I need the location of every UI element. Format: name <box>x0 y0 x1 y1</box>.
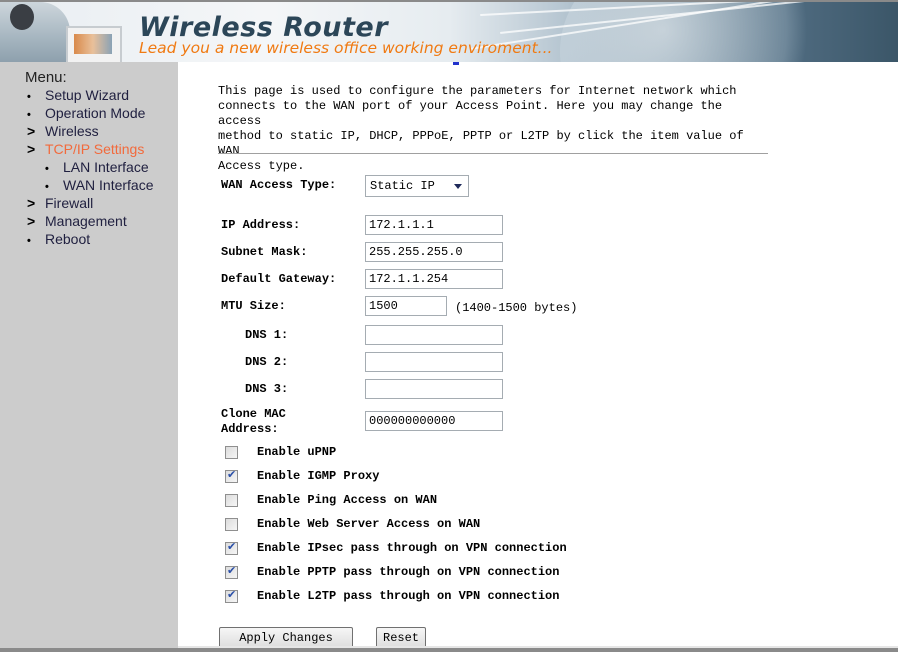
person-head <box>10 4 34 30</box>
chevron-right-icon: > <box>27 141 36 157</box>
sidebar-item-reboot[interactable]: • Reboot <box>27 230 90 248</box>
chevron-right-icon: > <box>27 195 36 211</box>
description-line: This page is used to configure the param… <box>218 84 737 98</box>
dns1-input[interactable] <box>365 325 503 345</box>
option-checkbox[interactable] <box>225 518 238 531</box>
clone-mac-label-line2: Address: <box>221 422 279 436</box>
wan-access-type-label: WAN Access Type: <box>221 178 337 192</box>
sidebar-item-wan-interface[interactable]: • WAN Interface <box>45 176 154 194</box>
option-checkbox[interactable]: ✔ <box>225 588 238 603</box>
mtu-size-label: MTU Size: <box>221 299 286 313</box>
sidebar-item-tcp-ip-settings[interactable]: > TCP/IP Settings <box>27 140 144 158</box>
sidebar-item-label: Wireless <box>45 123 99 139</box>
subnet-mask-input[interactable] <box>365 242 503 262</box>
chevron-down-icon <box>454 184 462 189</box>
option-label: Enable PPTP pass through on VPN connecti… <box>257 565 560 579</box>
checkmark-icon: ✔ <box>227 468 237 481</box>
page-description: This page is used to configure the param… <box>218 84 768 174</box>
subnet-mask-label: Subnet Mask: <box>221 245 308 259</box>
sidebar-item-label: Operation Mode <box>45 105 146 121</box>
option-label: Enable uPNP <box>257 445 337 459</box>
clone-mac-label-line1: Clone MAC <box>221 407 286 421</box>
dns2-input[interactable] <box>365 352 503 372</box>
description-line: method to static IP, DHCP, PPPoE, PPTP o… <box>218 129 744 158</box>
menu-title: Menu: <box>25 69 67 86</box>
brand-tagline: Lead you a new wireless office working e… <box>139 39 553 57</box>
sidebar-item-label: Setup Wizard <box>45 87 130 103</box>
dns3-input[interactable] <box>365 379 503 399</box>
sidebar-item-wireless[interactable]: > Wireless <box>27 122 99 140</box>
ip-address-label: IP Address: <box>221 218 301 232</box>
sidebar-item-label: Management <box>45 213 127 229</box>
option-label: Enable Web Server Access on WAN <box>257 517 481 531</box>
wan-access-type-value: Static IP <box>370 179 435 193</box>
description-line: Access type. <box>218 159 305 173</box>
monitor-graphic <box>66 26 122 62</box>
header-banner: Wireless Router Lead you a new wireless … <box>0 2 898 62</box>
sidebar-item-setup-wizard[interactable]: • Setup Wizard <box>27 86 129 104</box>
mtu-size-hint: (1400-1500 bytes) <box>455 301 578 315</box>
mtu-size-input[interactable] <box>365 296 447 316</box>
sidebar-menu: Menu: • Setup Wizard • Operation Mode > Wirel… <box>0 62 178 648</box>
apply-changes-button[interactable]: Apply Changes <box>219 627 353 648</box>
dns1-label: DNS 1: <box>245 328 289 342</box>
option-checkbox[interactable] <box>225 446 238 459</box>
sidebar-item-lan-interface[interactable]: • LAN Interface <box>45 158 149 176</box>
ip-address-input[interactable] <box>365 215 503 235</box>
option-checkbox[interactable]: ✔ <box>225 540 238 555</box>
checkmark-icon: ✔ <box>227 540 237 553</box>
sidebar-item-label: Reboot <box>45 231 91 247</box>
option-label: Enable Ping Access on WAN <box>257 493 438 507</box>
dns3-label: DNS 3: <box>245 382 289 396</box>
option-label: Enable IGMP Proxy <box>257 469 380 483</box>
sidebar-item-label: Firewall <box>45 195 94 211</box>
option-checkbox[interactable]: ✔ <box>225 564 238 579</box>
checkmark-icon: ✔ <box>227 588 237 601</box>
main-content: This page is used to configure the param… <box>218 84 778 174</box>
bottom-border <box>0 648 898 652</box>
bullet-icon: • <box>27 235 31 247</box>
person-graphic <box>0 2 70 62</box>
sidebar-item-label: LAN Interface <box>63 159 149 175</box>
clone-mac-input[interactable] <box>365 411 503 431</box>
header-marker <box>453 62 459 65</box>
default-gateway-input[interactable] <box>365 269 503 289</box>
monitor-screen <box>74 34 112 54</box>
sidebar-item-label: WAN Interface <box>63 177 154 193</box>
description-line: connects to the WAN port of your Access … <box>218 99 723 128</box>
option-checkbox[interactable] <box>225 494 238 507</box>
divider <box>218 153 768 154</box>
chevron-right-icon: > <box>27 123 36 139</box>
checkmark-icon: ✔ <box>227 564 237 577</box>
option-label: Enable L2TP pass through on VPN connecti… <box>257 589 560 603</box>
reset-button[interactable]: Reset <box>376 627 426 648</box>
sidebar-item-management[interactable]: > Management <box>27 212 127 230</box>
sidebar-item-label: TCP/IP Settings <box>45 141 145 157</box>
wan-access-type-select[interactable]: Static IP <box>365 175 469 197</box>
sidebar-item-firewall[interactable]: > Firewall <box>27 194 93 212</box>
dns2-label: DNS 2: <box>245 355 289 369</box>
chevron-right-icon: > <box>27 213 36 229</box>
sidebar-item-operation-mode[interactable]: • Operation Mode <box>27 104 145 122</box>
option-label: Enable IPsec pass through on VPN connect… <box>257 541 567 555</box>
option-checkbox[interactable]: ✔ <box>225 468 238 483</box>
default-gateway-label: Default Gateway: <box>221 272 337 286</box>
